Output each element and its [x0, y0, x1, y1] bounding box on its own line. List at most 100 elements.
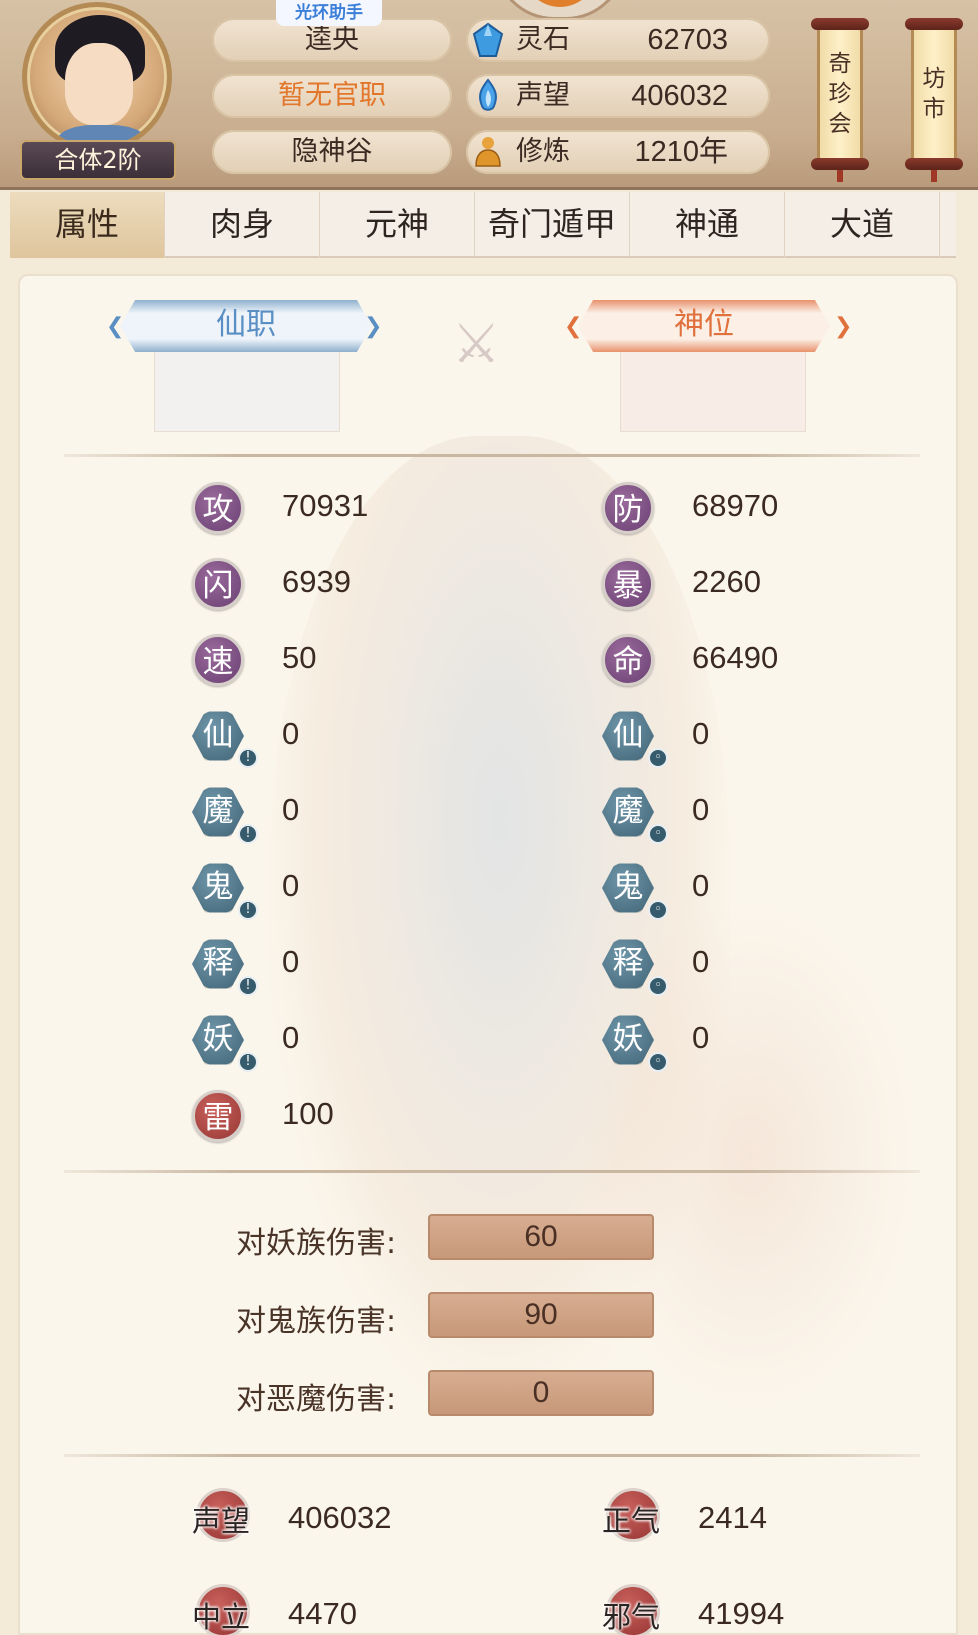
thunder-icon[interactable]: 雷 — [192, 1090, 244, 1142]
damage-vs-demon-value: 0 — [428, 1370, 654, 1416]
speed-value: 50 — [282, 640, 317, 675]
scroll-char: 坊 — [922, 66, 946, 92]
tab-great-dao[interactable]: 大道 — [785, 192, 940, 258]
immortal-defense-value: 0 — [692, 716, 710, 751]
tab-qimen-dunjia[interactable]: 奇门遁甲 — [475, 192, 630, 258]
demon-attack-value: 0 — [282, 792, 300, 827]
player-name: 逵央 — [305, 24, 359, 55]
player-avatar[interactable] — [22, 2, 172, 152]
shield-marker-icon: ◦ — [648, 1052, 668, 1072]
demon-defense-value: 0 — [692, 792, 710, 827]
reputation-pill: 声望 406032 — [466, 74, 770, 118]
orb-inner-icon — [523, 0, 597, 7]
attack-marker-icon: ! — [238, 824, 258, 844]
critical-icon[interactable]: 暴 — [602, 558, 654, 610]
spirit-stone-value: 62703 — [647, 24, 728, 56]
defense-icon[interactable]: 防 — [602, 482, 654, 534]
health-value: 66490 — [692, 640, 779, 675]
buddha-attack-value: 0 — [282, 944, 300, 979]
official-post-text: 暂无官职 — [278, 80, 386, 111]
player-header: 合体2阶 逵央 光环助手 暂无官职 隐神谷 灵石 62703 声望 406032… — [0, 0, 978, 190]
attack-marker-icon: ! — [238, 900, 258, 920]
shield-marker-icon: ◦ — [648, 976, 668, 996]
buddha-defense-value: 0 — [692, 944, 710, 979]
damage-vs-ghost-label: 对鬼族伤害: — [236, 1304, 397, 1339]
scroll-tassel — [931, 170, 937, 182]
attack-marker-icon: ! — [238, 748, 258, 768]
chevron-right-icon[interactable]: ❯ — [834, 314, 852, 339]
immortal-attack-value: 0 — [282, 716, 300, 751]
yao-attack-value: 0 — [282, 1020, 300, 1055]
damage-vs-demon-label: 对恶魔伤害: — [236, 1382, 397, 1417]
treasure-auction-button[interactable]: 奇 珍 会 — [811, 18, 869, 188]
scroll-char: 珍 — [828, 81, 852, 107]
scroll-char: 会 — [828, 111, 852, 137]
tab-divine-powers[interactable]: 神通 — [630, 192, 785, 258]
tab-primordial-spirit[interactable]: 元神 — [320, 192, 475, 258]
evil-value: 41994 — [698, 1596, 785, 1631]
market-label: 坊 市 — [911, 30, 957, 158]
section-divider — [64, 454, 920, 457]
damage-vs-ghost-value: 90 — [428, 1292, 654, 1338]
speed-icon[interactable]: 速 — [192, 634, 244, 686]
righteous-value: 2414 — [698, 1500, 767, 1535]
attack-value: 70931 — [282, 488, 369, 523]
scroll-char: 市 — [922, 96, 946, 122]
sect-pill: 隐神谷 — [212, 130, 452, 174]
section-divider — [64, 1454, 920, 1457]
shield-marker-icon: ◦ — [648, 748, 668, 768]
attributes-panel — [18, 274, 958, 1635]
official-post-pill: 暂无官职 — [212, 74, 452, 118]
tab-physique[interactable]: 肉身 — [165, 192, 320, 258]
immortal-post-plate[interactable]: 仙职 — [120, 300, 372, 352]
spirit-stone-label: 灵石 — [516, 24, 570, 55]
scroll-rod-bottom — [905, 158, 963, 170]
dodge-value: 6939 — [282, 564, 351, 599]
ghost-defense-value: 0 — [692, 868, 710, 903]
shield-marker-icon: ◦ — [648, 824, 668, 844]
chevron-right-icon[interactable]: ❯ — [364, 314, 382, 339]
cultivation-rank-badge: 合体2阶 — [20, 140, 176, 180]
scroll-rod-top — [811, 18, 869, 30]
scroll-rod-bottom — [811, 158, 869, 170]
scroll-char: 奇 — [828, 51, 852, 77]
tab-attributes[interactable]: 属性 — [10, 192, 165, 258]
shield-marker-icon: ◦ — [648, 900, 668, 920]
treasure-auction-label: 奇 珍 会 — [817, 30, 863, 158]
avatar-face — [65, 43, 133, 125]
blue-flame-icon — [479, 78, 497, 111]
scroll-rod-top — [905, 18, 963, 30]
attack-marker-icon: ! — [238, 976, 258, 996]
thunder-value: 100 — [282, 1096, 334, 1131]
reputation-value: 406032 — [288, 1500, 392, 1535]
dodge-icon[interactable]: 闪 — [192, 558, 244, 610]
cultivation-pill: 修炼 1210年 — [466, 130, 770, 174]
market-button[interactable]: 坊 市 — [905, 18, 963, 188]
divine-rank-plate[interactable]: 神位 — [578, 300, 830, 352]
assistant-app-tag[interactable]: 光环助手 — [276, 0, 382, 26]
cultivation-value: 1210年 — [634, 136, 728, 168]
top-menu-orb[interactable] — [494, 0, 626, 20]
attack-icon[interactable]: 攻 — [192, 482, 244, 534]
neutral-value: 4470 — [288, 1596, 357, 1631]
evil-label: 邪气 — [602, 1600, 661, 1634]
yao-defense-value: 0 — [692, 1020, 710, 1055]
damage-vs-yao-value: 60 — [428, 1214, 654, 1260]
meditating-figure-icon — [475, 137, 501, 167]
reputation-label: 声望 — [192, 1504, 251, 1538]
critical-value: 2260 — [692, 564, 761, 599]
sect-name: 隐神谷 — [291, 136, 373, 167]
divine-rank-slot[interactable] — [620, 352, 806, 432]
damage-vs-yao-label: 对妖族伤害: — [236, 1226, 397, 1261]
spirit-stone-pill: 灵石 62703 — [466, 18, 770, 62]
cultivation-label: 修炼 — [516, 136, 570, 167]
defense-value: 68970 — [692, 488, 779, 523]
character-tabs: 属性 肉身 元神 奇门遁甲 神通 大道 — [10, 192, 956, 258]
reputation-label: 声望 — [516, 80, 570, 111]
attack-marker-icon: ! — [238, 1052, 258, 1072]
immortal-post-slot[interactable] — [154, 352, 340, 432]
neutral-label: 中立 — [192, 1600, 251, 1634]
ghost-attack-value: 0 — [282, 868, 300, 903]
blue-crystal-icon — [472, 22, 504, 57]
health-icon[interactable]: 命 — [602, 634, 654, 686]
